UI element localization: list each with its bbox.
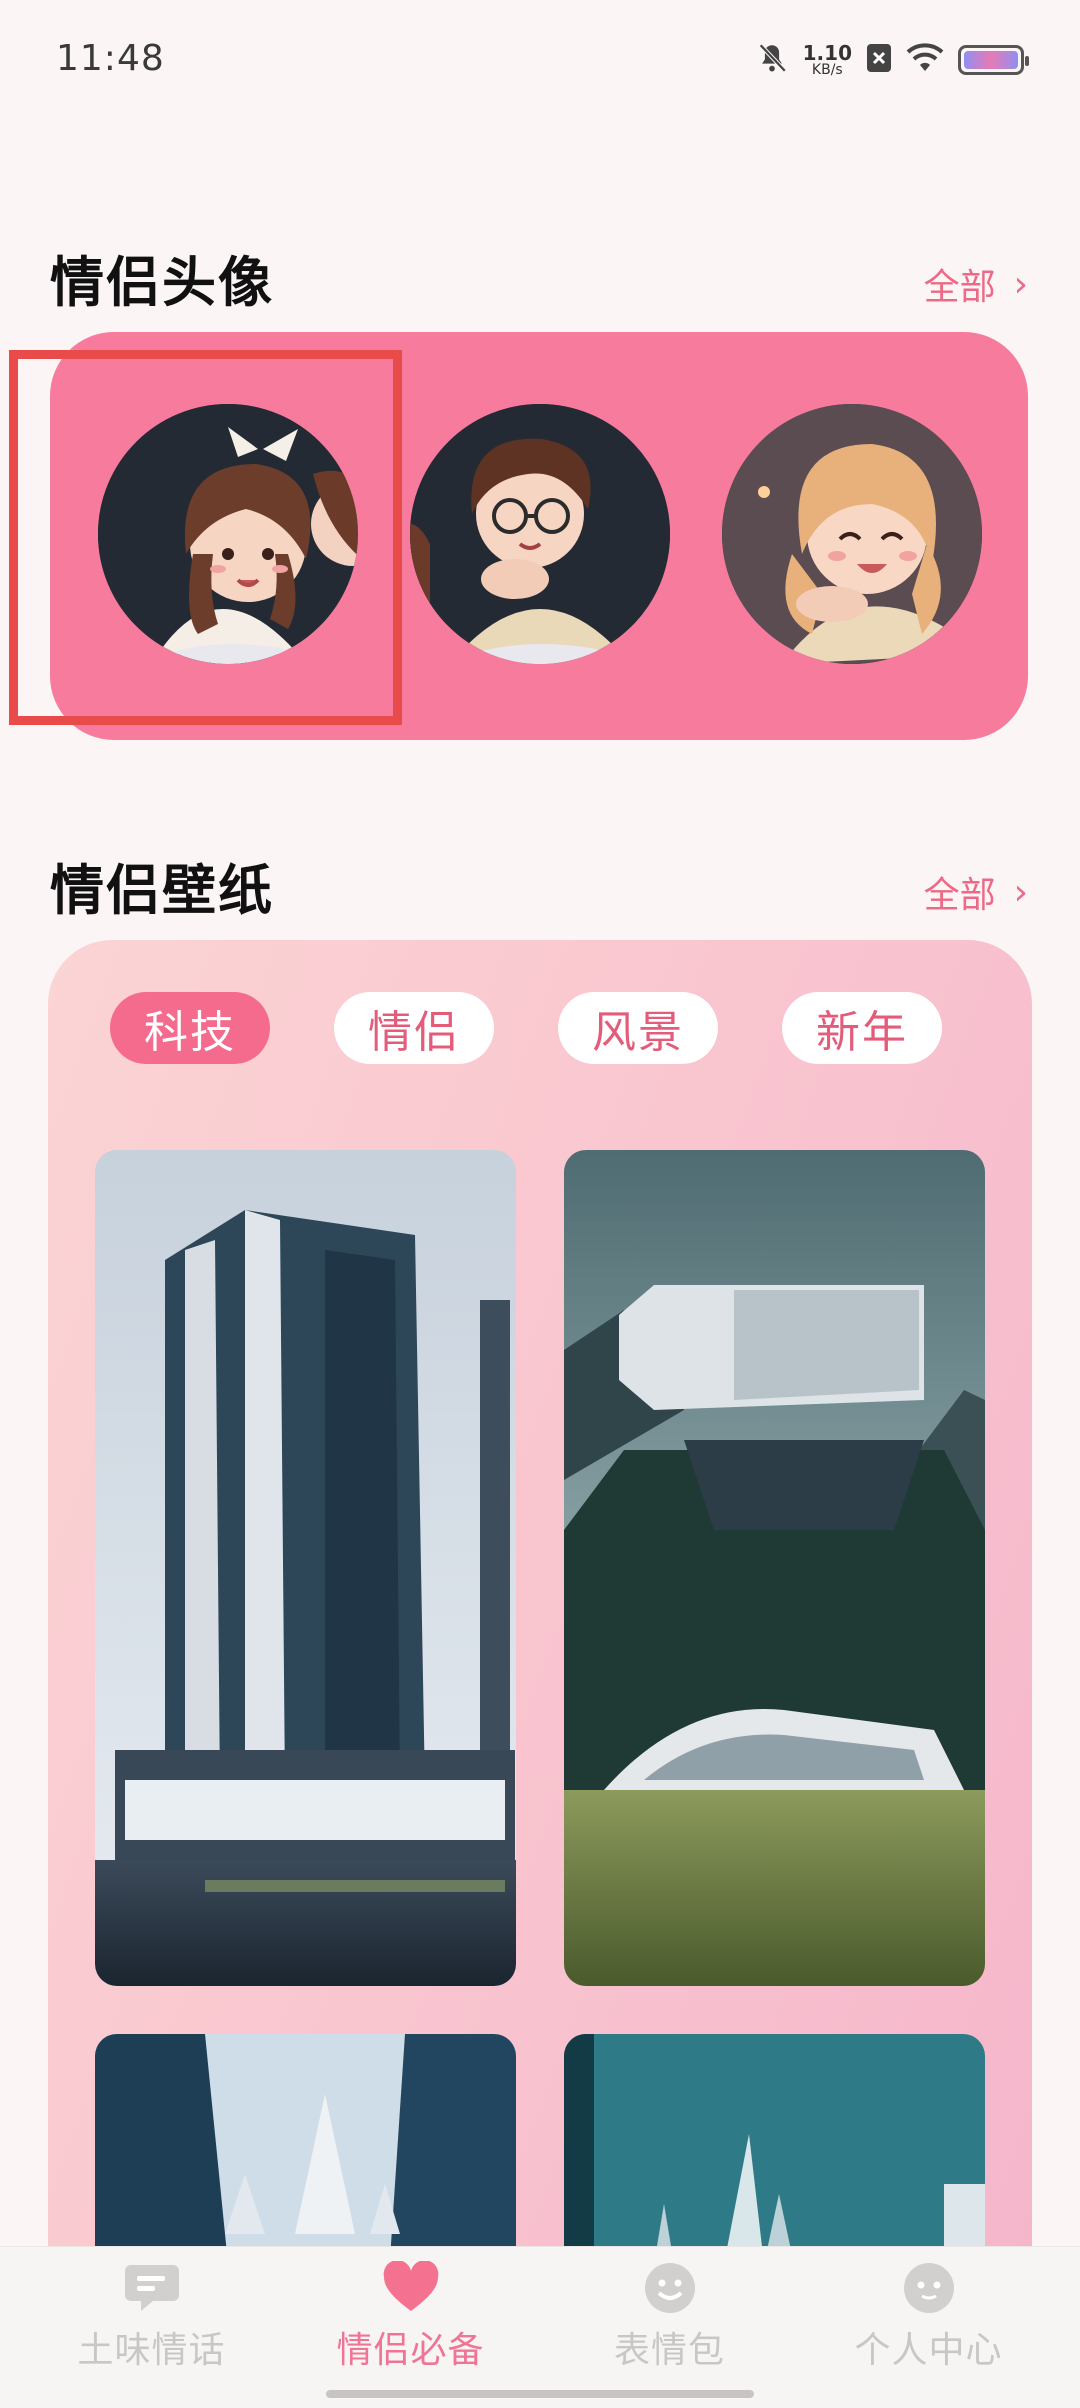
home-indicator[interactable]	[326, 2390, 754, 2398]
avatar-view-all-label: 全部	[923, 267, 996, 308]
wallpaper-tile[interactable]	[95, 1150, 516, 1986]
category-tabs: 科技 情侣 风景 新年	[110, 992, 942, 1064]
tab-scenery[interactable]: 风景	[558, 992, 718, 1064]
app-screen: 11:48 1.10 KB/s 情侣头像 全部 › 情侣壁纸 全部 › 科技 情…	[0, 0, 1080, 2408]
net-speed-unit: KB/s	[811, 62, 843, 78]
status-bar: 11:48 1.10 KB/s	[0, 0, 1080, 120]
wifi-icon	[906, 43, 944, 77]
tab-new-year[interactable]: 新年	[782, 992, 942, 1064]
nav-label: 情侣必备	[336, 2330, 485, 2371]
nav-label: 土味情话	[77, 2330, 226, 2371]
nav-item-love-talk[interactable]: 土味情话	[32, 2247, 272, 2408]
sim-x-icon	[866, 43, 892, 77]
person-face-icon	[900, 2261, 958, 2315]
tab-tech[interactable]: 科技	[110, 992, 270, 1064]
bottom-navigation: 土味情话 情侣必备 表情包 个人中心	[0, 2246, 1080, 2408]
nav-item-stickers[interactable]: 表情包	[550, 2247, 790, 2408]
avatar-view-all-link[interactable]: 全部 ›	[924, 258, 1028, 310]
bell-muted-icon	[755, 41, 789, 79]
wallpaper-view-all-label: 全部	[923, 875, 996, 916]
nav-label: 表情包	[613, 2330, 725, 2371]
smile-icon	[641, 2261, 699, 2315]
avatar-smiling-girl-thumbnail[interactable]	[722, 404, 982, 664]
nav-item-couple-essentials[interactable]: 情侣必备	[291, 2247, 531, 2408]
status-time: 11:48	[56, 38, 165, 79]
net-speed-value: 1.10	[802, 41, 852, 65]
heart-icon	[382, 2261, 440, 2315]
chevron-right-icon: ›	[1013, 263, 1028, 305]
chevron-right-icon: ›	[1013, 871, 1028, 913]
wallpaper-view-all-link[interactable]: 全部 ›	[924, 866, 1028, 918]
wallpaper-tile[interactable]	[564, 1150, 985, 1986]
wallpaper-section-title: 情侣壁纸	[50, 859, 274, 922]
chat-bubble-icon	[123, 2261, 181, 2315]
nav-item-profile[interactable]: 个人中心	[809, 2247, 1049, 2408]
avatar-boy-thumbnail[interactable]	[410, 404, 670, 664]
tab-couple[interactable]: 情侣	[334, 992, 494, 1064]
status-icons: 1.10 KB/s	[755, 38, 1029, 82]
selection-highlight-box	[9, 350, 402, 725]
nav-label: 个人中心	[854, 2330, 1003, 2371]
net-speed: 1.10 KB/s	[803, 43, 852, 77]
avatar-section-title: 情侣头像	[50, 251, 274, 314]
battery-icon	[958, 45, 1029, 75]
